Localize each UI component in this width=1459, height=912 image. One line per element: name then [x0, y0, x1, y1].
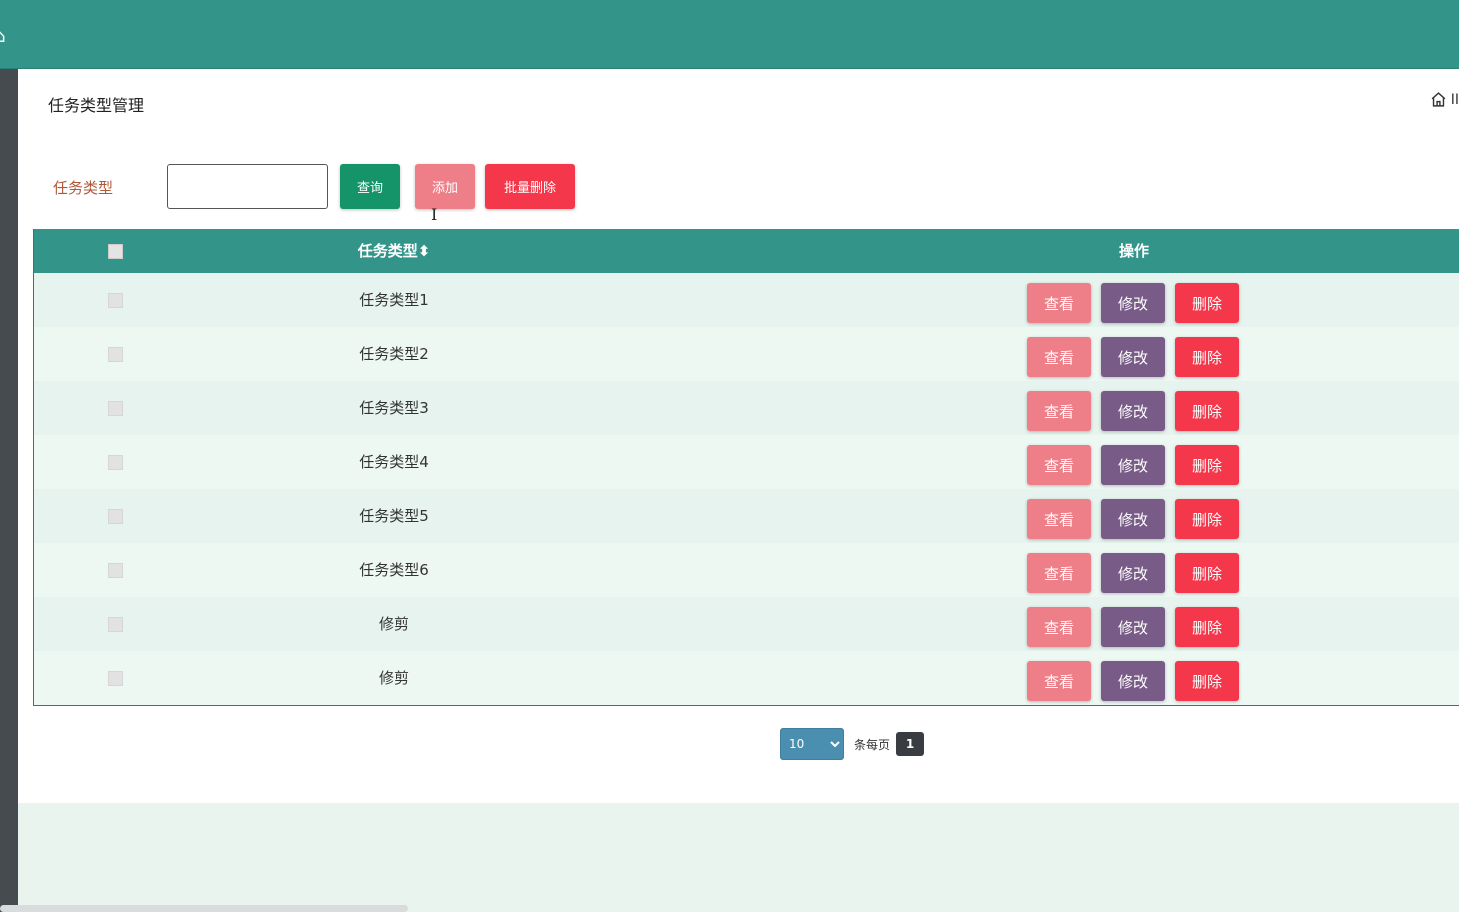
row-checkbox[interactable] [108, 671, 123, 686]
row-checkbox[interactable] [108, 617, 123, 632]
task-type-cell: 修剪 [378, 669, 409, 687]
home-icon[interactable] [1430, 91, 1447, 108]
search-label: 任务类型 [53, 179, 114, 197]
per-page-label: 条每页 [854, 737, 891, 752]
edit-button[interactable]: 修改 [1101, 391, 1165, 431]
row-checkbox[interactable] [108, 455, 123, 470]
table-row: 任务类型4 查看 修改 删除 [34, 435, 1459, 489]
pagination: 10 条每页 1 [780, 728, 925, 760]
task-type-cell: 任务类型6 [359, 561, 429, 579]
delete-button[interactable]: 删除 [1175, 661, 1239, 701]
view-button[interactable]: 查看 [1027, 499, 1091, 539]
batch-delete-button[interactable]: 批量删除 [485, 164, 575, 209]
table-row: 修剪 查看 修改 删除 [34, 597, 1459, 651]
view-button[interactable]: 查看 [1027, 391, 1091, 431]
row-checkbox[interactable] [108, 293, 123, 308]
view-button[interactable]: 查看 [1027, 607, 1091, 647]
main-content: 任务类型管理 II 任务类型 查询 添加 批量删除 I 任务类型⬍ 操作 任务类… [18, 69, 1459, 803]
edit-button[interactable]: 修改 [1101, 553, 1165, 593]
edit-button[interactable]: 修改 [1101, 499, 1165, 539]
table-row: 任务类型5 查看 修改 删除 [34, 489, 1459, 543]
task-type-cell: 修剪 [378, 615, 409, 633]
horizontal-scrollbar[interactable] [0, 905, 408, 912]
table-row: 修剪 查看 修改 删除 [34, 651, 1459, 705]
page-number-button[interactable]: 1 [896, 732, 925, 756]
delete-button[interactable]: 删除 [1175, 337, 1239, 377]
footer-area [18, 803, 1459, 912]
column-type-label: 任务类型 [357, 242, 418, 260]
delete-button[interactable]: 删除 [1175, 445, 1239, 485]
task-type-cell: 任务类型5 [359, 507, 429, 525]
page-size-select[interactable]: 10 [780, 728, 844, 760]
add-button[interactable]: 添加 [415, 164, 475, 209]
table-row: 任务类型1 查看 修改 删除 [34, 273, 1459, 327]
header-home-icon[interactable]: ⌂ [0, 26, 5, 47]
table-header: 任务类型⬍ 操作 [34, 229, 1459, 273]
table-row: 任务类型3 查看 修改 删除 [34, 381, 1459, 435]
text-cursor-icon: I [431, 205, 438, 224]
column-header-type[interactable]: 任务类型⬍ [304, 229, 484, 273]
view-button[interactable]: 查看 [1027, 445, 1091, 485]
table-row: 任务类型6 查看 修改 删除 [34, 543, 1459, 597]
task-type-table: 任务类型⬍ 操作 任务类型1 查看 修改 删除 任务类型2 查看 修改 删除 任… [33, 229, 1459, 706]
task-type-cell: 任务类型4 [359, 453, 429, 471]
row-checkbox[interactable] [108, 509, 123, 524]
view-button[interactable]: 查看 [1027, 661, 1091, 701]
edit-button[interactable]: 修改 [1101, 607, 1165, 647]
select-all-checkbox[interactable] [108, 244, 123, 259]
view-button[interactable]: 查看 [1027, 337, 1091, 377]
delete-button[interactable]: 删除 [1175, 499, 1239, 539]
sort-icon[interactable]: ⬍ [418, 242, 431, 260]
edit-button[interactable]: 修改 [1101, 283, 1165, 323]
delete-button[interactable]: 删除 [1175, 391, 1239, 431]
sidebar [0, 69, 18, 912]
row-checkbox[interactable] [108, 563, 123, 578]
delete-button[interactable]: 删除 [1175, 607, 1239, 647]
column-header-operation: 操作 [1118, 242, 1149, 260]
row-checkbox[interactable] [108, 401, 123, 416]
task-type-cell: 任务类型2 [359, 345, 429, 363]
query-button[interactable]: 查询 [340, 164, 400, 209]
row-checkbox[interactable] [108, 347, 123, 362]
task-type-cell: 任务类型1 [359, 291, 429, 309]
edit-button[interactable]: 修改 [1101, 337, 1165, 377]
task-type-cell: 任务类型3 [359, 399, 429, 417]
table-row: 任务类型2 查看 修改 删除 [34, 327, 1459, 381]
delete-button[interactable]: 删除 [1175, 283, 1239, 323]
search-input[interactable] [167, 164, 328, 209]
top-header: ⌂ [0, 0, 1459, 69]
view-button[interactable]: 查看 [1027, 283, 1091, 323]
view-button[interactable]: 查看 [1027, 553, 1091, 593]
edit-button[interactable]: 修改 [1101, 661, 1165, 701]
delete-button[interactable]: 删除 [1175, 553, 1239, 593]
breadcrumb-text[interactable]: II [1451, 92, 1459, 108]
breadcrumb[interactable]: II [1430, 91, 1459, 108]
edit-button[interactable]: 修改 [1101, 445, 1165, 485]
page-title: 任务类型管理 [48, 96, 145, 115]
